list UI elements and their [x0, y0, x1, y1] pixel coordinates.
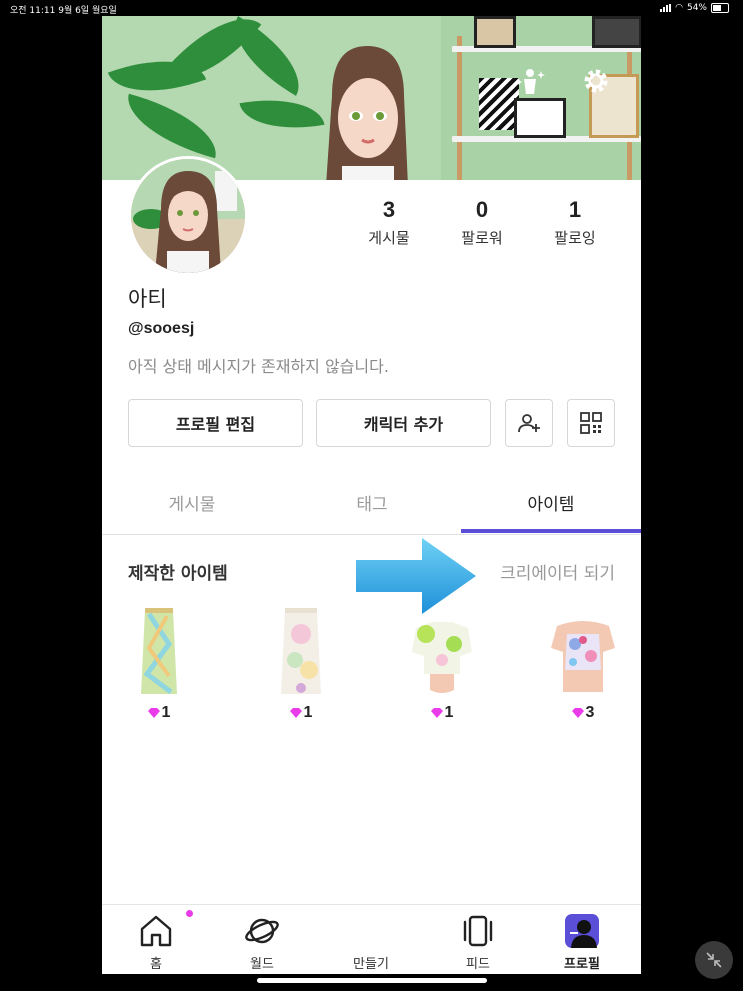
settings-button[interactable]	[581, 66, 611, 96]
feed-icon	[463, 915, 493, 947]
status-right: ◠ 54%	[660, 3, 729, 13]
signal-icon	[660, 4, 672, 12]
become-creator-link[interactable]: 크리에이터 되기	[500, 559, 615, 584]
qr-code-button[interactable]	[567, 399, 615, 447]
profile-handle: @sooesj	[128, 320, 195, 337]
nav-create[interactable]: 만들기	[331, 905, 411, 974]
nav-label: 홈	[150, 957, 162, 972]
gem-icon	[289, 708, 302, 718]
nav-label: 만들기	[353, 957, 389, 972]
picture-frame	[514, 98, 566, 138]
created-items-title: 제작한 아이템	[128, 564, 228, 584]
home-indicator[interactable]	[257, 978, 487, 983]
avatar-thumbnail	[131, 159, 245, 273]
nav-label: 피드	[466, 957, 490, 972]
stat-label: 팔로잉	[554, 229, 596, 247]
stat-posts[interactable]: 3 게시물	[344, 197, 434, 248]
nav-world[interactable]: 월드	[222, 905, 302, 974]
pattern-art	[479, 78, 519, 130]
skirt-green-image	[119, 604, 199, 698]
profile-avatar[interactable]	[128, 156, 248, 276]
planet-icon	[245, 918, 279, 944]
nav-profile[interactable]: 프로필	[542, 905, 622, 974]
qr-code-icon	[580, 412, 602, 434]
edit-profile-button[interactable]: 프로필 편집	[128, 399, 303, 447]
avatar-character	[326, 46, 408, 180]
stat-label: 팔로워	[461, 229, 503, 247]
active-tab-indicator	[461, 529, 641, 533]
item-price: 3	[543, 704, 623, 722]
nav-home[interactable]: 홈	[116, 905, 196, 974]
profile-name: 아티	[128, 287, 167, 311]
tab-posts[interactable]: 게시물	[102, 476, 282, 534]
picture-frame	[592, 16, 641, 48]
stat-following[interactable]: 1 팔로잉	[530, 197, 620, 248]
wifi-icon: ◠	[675, 3, 683, 13]
gem-icon	[430, 708, 443, 718]
nav-label: 월드	[250, 957, 274, 972]
add-character-button[interactable]: 캐릭터 추가	[316, 399, 491, 447]
add-friend-button[interactable]	[505, 399, 553, 447]
tab-tags[interactable]: 태그	[282, 476, 462, 534]
item-card[interactable]: 1	[261, 604, 341, 722]
skirt-pastel-image	[261, 604, 341, 698]
nav-feed[interactable]: 피드	[438, 905, 518, 974]
notification-dot	[186, 910, 193, 917]
profile-icon	[565, 914, 599, 948]
profile-tabs: 게시물 태그 아이템	[102, 476, 641, 535]
gem-icon	[147, 708, 160, 718]
stat-label: 게시물	[368, 229, 410, 247]
nav-label: 프로필	[564, 957, 600, 972]
battery-percent: 54%	[686, 3, 707, 13]
item-card[interactable]: 1	[402, 604, 482, 722]
top-floral-image	[543, 604, 623, 698]
stat-count: 3	[382, 197, 396, 222]
plant-leaf	[118, 93, 226, 159]
top-green-image	[402, 604, 482, 698]
profile-screen: 3 게시물 0 팔로워 1 팔로잉 아티 @sooesj 아직 상태 메시지가 …	[102, 16, 641, 974]
avatar-sparkle-icon	[516, 69, 545, 94]
bottom-nav: 홈 월드 만들기 피드 프로필	[102, 904, 641, 974]
item-price: 1	[261, 704, 341, 722]
stat-count: 1	[568, 197, 582, 222]
item-card[interactable]: 3	[543, 604, 623, 722]
collapse-icon	[706, 952, 722, 968]
gear-icon	[584, 69, 608, 93]
item-price: 1	[119, 704, 199, 722]
avatar-sparkle-button[interactable]	[515, 66, 545, 96]
tab-items[interactable]: 아이템	[461, 476, 641, 534]
picture-frame	[474, 16, 516, 48]
item-price: 1	[402, 704, 482, 722]
add-person-icon	[518, 414, 540, 433]
collapse-button[interactable]	[695, 941, 733, 979]
gem-icon	[571, 708, 584, 718]
shelf-pole	[457, 36, 462, 180]
home-icon	[140, 915, 172, 947]
status-message: 아직 상태 메시지가 존재하지 않습니다.	[128, 357, 389, 376]
stat-count: 0	[475, 197, 489, 222]
status-time-date: 오전 11:11 9월 6일 월요일	[10, 6, 117, 16]
stat-followers[interactable]: 0 팔로워	[437, 197, 527, 248]
item-card[interactable]: 1	[119, 604, 199, 722]
battery-icon	[711, 3, 729, 13]
